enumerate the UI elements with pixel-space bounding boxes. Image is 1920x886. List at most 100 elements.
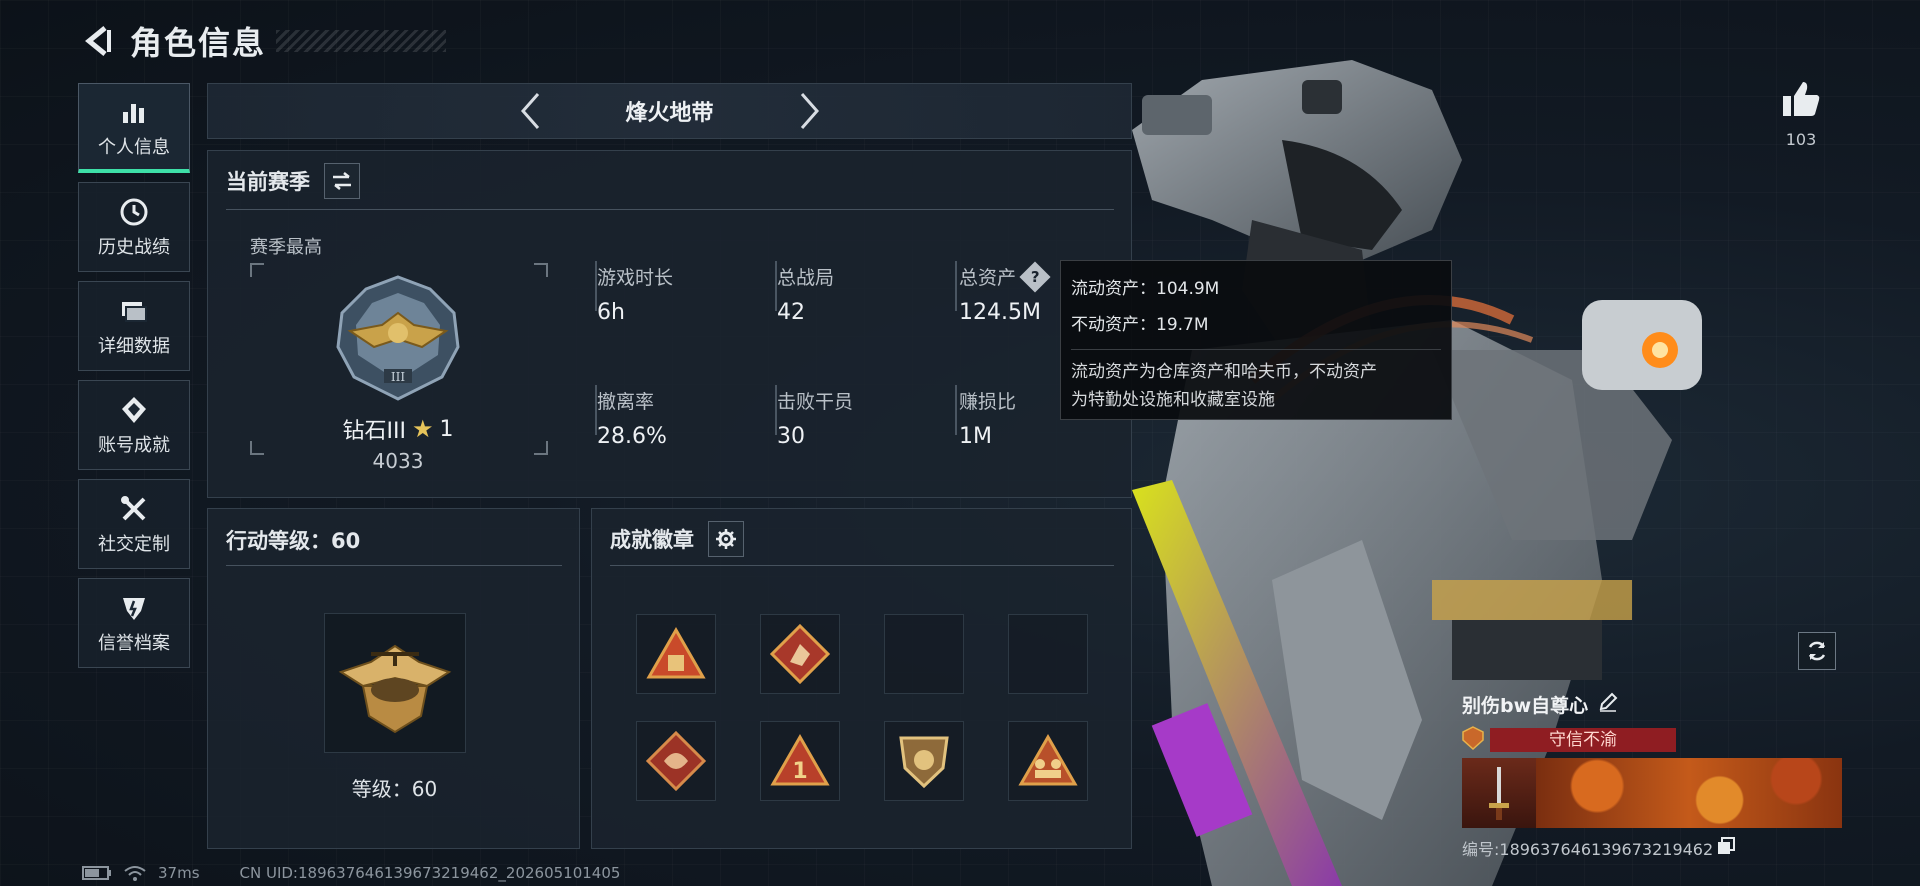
sidebar-item-label: 社交定制 <box>98 534 170 555</box>
like-count: 103 <box>1785 130 1817 149</box>
uid-text: CN UID:189637646139673219462_20260510140… <box>239 864 621 882</box>
swap-icon <box>333 172 351 190</box>
star-icon: ★ <box>411 415 434 443</box>
stat-value: 1M <box>959 424 992 449</box>
back-button[interactable] <box>78 21 118 61</box>
mode-name: 烽火地带 <box>625 101 714 126</box>
tooltip-liquid-assets: 流动资产：104.9M <box>1071 279 1220 299</box>
page-header: 角色信息 <box>78 18 447 64</box>
number-one-badge-icon: 1 <box>770 734 830 786</box>
season-title: 当前赛季 <box>226 170 310 194</box>
medal-icon <box>117 393 151 427</box>
rank-info: 钻石III ★ 1 4033 <box>250 413 546 473</box>
help-icon[interactable]: ? <box>1019 260 1051 293</box>
achievement-badge-empty[interactable] <box>1008 614 1088 694</box>
chevron-right-icon <box>800 93 819 129</box>
rank-emblem: III <box>330 273 466 403</box>
tooltip-description: 流动资产为仓库资产和哈夫币，不动资产 为特勤处设施和收藏室设施 <box>1071 349 1441 414</box>
title-decoration <box>276 30 447 52</box>
tools-icon <box>117 492 151 526</box>
mode-prev-button[interactable] <box>510 91 550 131</box>
mode-next-button[interactable] <box>790 91 830 131</box>
sidebar-item-personal-info[interactable]: 个人信息 <box>78 83 190 173</box>
clock-icon <box>117 195 151 229</box>
stat-label: 赚损比 <box>959 391 1017 413</box>
section-divider <box>610 565 1114 566</box>
season-best-label: 赛季最高 <box>250 237 322 258</box>
stat-label: 击败干员 <box>777 391 854 413</box>
stat-total-matches: 总战局 42 <box>777 263 834 325</box>
season-switch-button[interactable] <box>324 163 360 199</box>
action-level-panel: 行动等级：60 等级：60 <box>207 508 580 849</box>
rank-stars: 1 <box>439 416 454 442</box>
back-arrow-icon <box>85 26 111 56</box>
rank-points: 4033 <box>372 449 424 473</box>
refresh-button[interactable] <box>1798 632 1836 670</box>
stat-label: 总资产 <box>959 267 1017 289</box>
section-divider <box>226 565 562 566</box>
sidebar-item-label: 详细数据 <box>98 336 170 357</box>
tooltip-desc-line: 流动资产为仓库资产和哈夫币，不动资产 <box>1071 362 1377 382</box>
stat-label: 总战局 <box>777 267 835 289</box>
stat-operators-defeated: 击败干员 30 <box>777 387 853 449</box>
achievements-title: 成就徽章 <box>610 528 694 552</box>
stat-total-assets: 总资产 ? 124.5M <box>959 260 1051 325</box>
stat-separator <box>955 385 957 435</box>
sidebar-item-label: 个人信息 <box>98 136 170 158</box>
stat-value: 6h <box>597 300 625 325</box>
sidebar-item-label: 账号成就 <box>98 435 170 456</box>
stat-value: 42 <box>777 300 805 325</box>
achievement-badge-empty[interactable] <box>884 614 964 694</box>
achievements-settings-button[interactable] <box>708 521 744 557</box>
section-divider <box>226 209 1114 210</box>
frame-corner <box>534 263 548 277</box>
stat-value: 28.6% <box>597 424 667 449</box>
edit-name-button[interactable] <box>1598 692 1618 717</box>
page-title: 角色信息 <box>130 24 267 62</box>
player-title-badge: 守信不渝 <box>1490 728 1676 752</box>
stat-play-time: 游戏时长 6h <box>597 263 673 325</box>
banner-dagger-icon <box>1462 758 1536 828</box>
achievements-panel: 成就徽章 1 <box>591 508 1132 849</box>
season-panel: 当前赛季 赛季最高 III 钻石III ★ 1 4033 游戏时长 6h 总战局… <box>207 150 1132 498</box>
sidebar-item-social-custom[interactable]: 社交定制 <box>78 479 190 569</box>
like-widget[interactable]: 103 <box>1766 80 1836 149</box>
copy-id-button[interactable] <box>1717 837 1736 859</box>
player-card: 别伤bw自尊心 守信不渝 编号:189637646139673219462 <box>1462 688 1842 860</box>
sidebar: 个人信息 历史战绩 详细数据 账号成就 社交定制 信誉档案 <box>78 83 192 677</box>
rank-name: 钻石III <box>342 419 406 444</box>
svg-text:III: III <box>391 370 405 384</box>
achievement-badge[interactable] <box>760 614 840 694</box>
shield-icon <box>117 591 151 625</box>
sidebar-item-history[interactable]: 历史战绩 <box>78 182 190 272</box>
sidebar-item-reputation[interactable]: 信誉档案 <box>78 578 190 668</box>
banner-autumn-leaves <box>1536 758 1842 828</box>
achievement-badge[interactable] <box>636 614 716 694</box>
triangle-badge-icon <box>646 627 706 679</box>
achievement-badge[interactable] <box>884 721 964 801</box>
battery-icon <box>82 866 111 880</box>
level-text: 等级：60 <box>351 777 438 801</box>
player-name: 别伤bw自尊心 <box>1462 694 1589 717</box>
tooltip-desc-line: 为特勤处设施和收藏室设施 <box>1071 390 1275 410</box>
sidebar-item-detailed-data[interactable]: 详细数据 <box>78 281 190 371</box>
title-emblem-icon <box>1462 726 1484 750</box>
player-id: 编号:189637646139673219462 <box>1462 840 1714 859</box>
dragon-badge-icon <box>646 731 706 791</box>
achievement-badge[interactable] <box>1008 721 1088 801</box>
folder-icon <box>117 294 151 328</box>
sidebar-item-achievements[interactable]: 账号成就 <box>78 380 190 470</box>
status-bar: 37ms CN UID:189637646139673219462_202605… <box>82 860 620 886</box>
wifi-icon <box>124 866 146 881</box>
copy-icon <box>1718 837 1736 854</box>
achievement-badge[interactable]: 1 <box>760 721 840 801</box>
level-emblem <box>324 613 466 753</box>
stat-value: 124.5M <box>959 300 1041 325</box>
pencil-icon <box>1599 692 1618 712</box>
stat-label: 游戏时长 <box>597 267 674 289</box>
tooltip-fixed-assets: 不动资产：19.7M <box>1071 315 1209 335</box>
achievement-badge[interactable] <box>636 721 716 801</box>
player-banner[interactable] <box>1462 758 1842 828</box>
ping-value: 37ms <box>158 864 200 882</box>
diamond-badge-icon <box>770 624 830 684</box>
